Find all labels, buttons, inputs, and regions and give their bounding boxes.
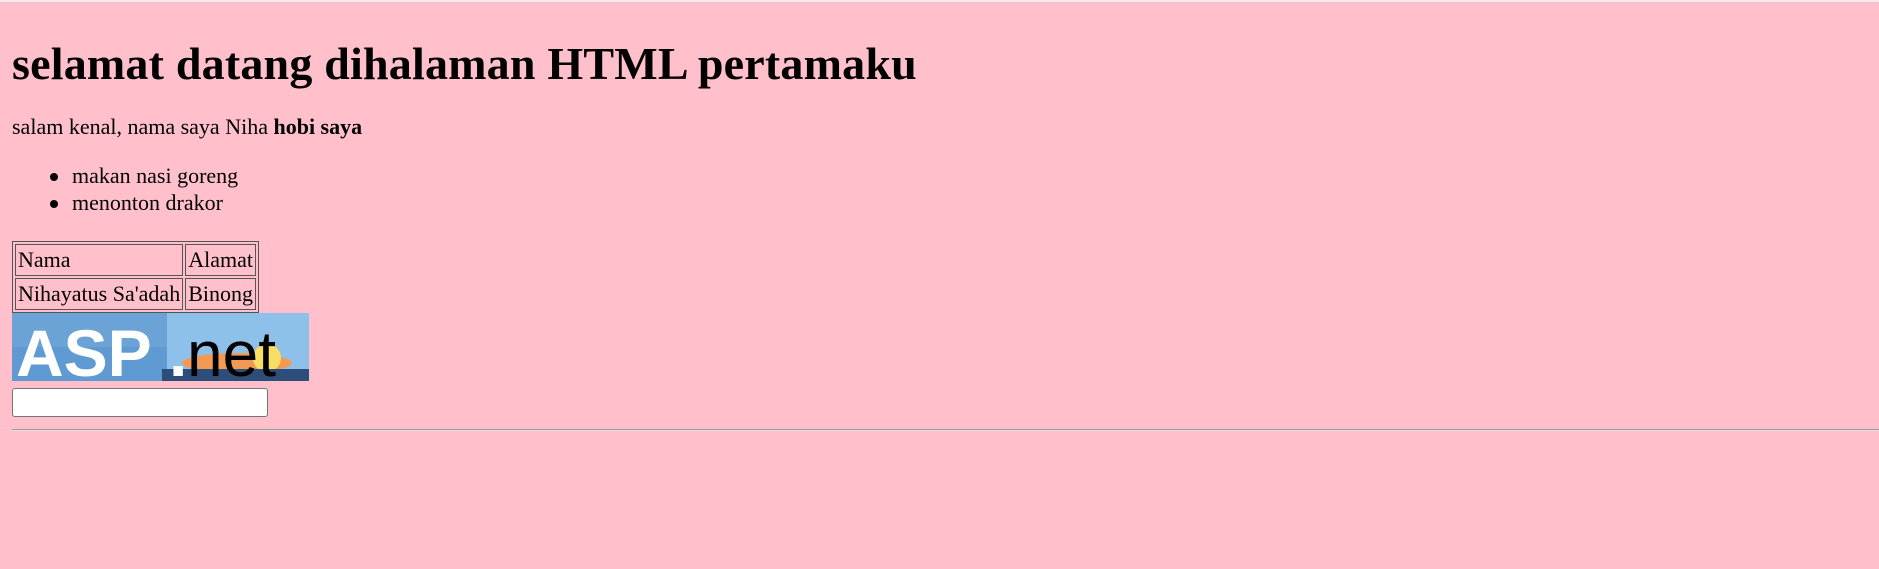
logo-text-asp: ASP [16,316,152,381]
info-table: Nama Alamat Nihayatus Sa'adah Binong [12,241,259,313]
logo-text-dot: . [169,316,187,381]
table-cell: Binong [185,278,256,310]
page-heading: selamat datang dihalaman HTML pertamaku [12,38,917,89]
aspnet-logo: ASP . net [12,313,309,381]
hobby-list-item: menonton drakor [50,189,1867,216]
horizontal-rule [12,429,1879,431]
logo-text-net: net [187,318,276,381]
table-cell: Alamat [185,244,256,276]
hobby-list-item: makan nasi goreng [50,162,1867,189]
table-row: Nihayatus Sa'adah Binong [15,278,256,310]
text-input[interactable] [12,388,268,417]
table-cell: Nama [15,244,184,276]
table-row: Nama Alamat [15,244,256,276]
table-cell: Nihayatus Sa'adah [15,278,184,310]
top-border [0,0,1879,2]
intro-paragraph: salam kenal, nama saya Niha hobi saya [12,96,1867,142]
page: selamat datang dihalaman HTML pertamaku … [0,0,1879,569]
hobby-list: makan nasi goreng menonton drakor [50,162,1867,216]
intro-bold-text: hobi saya [273,114,363,139]
intro-text: salam kenal, nama saya Niha [12,114,274,139]
